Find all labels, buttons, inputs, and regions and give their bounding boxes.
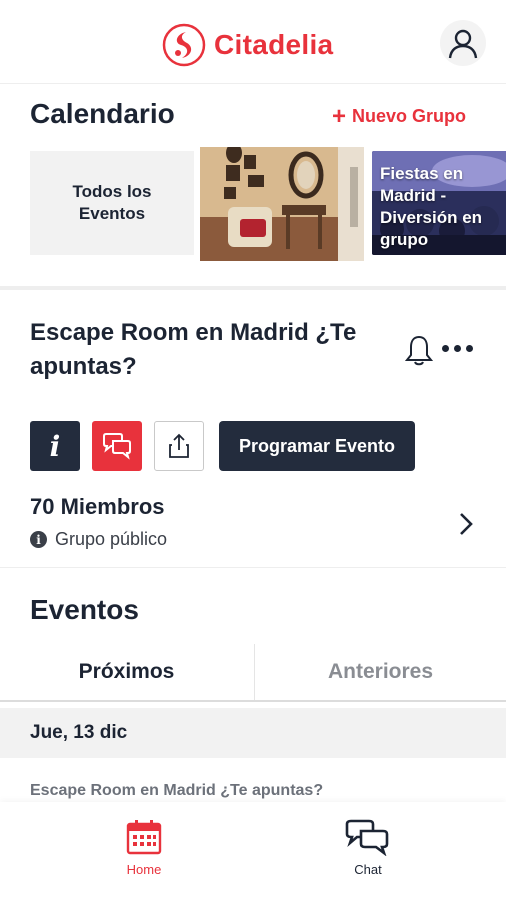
nav-home[interactable]: Home — [84, 818, 204, 877]
nav-chat-label: Chat — [354, 862, 382, 877]
calendar-card-fiestas-madrid[interactable]: Fiestas en Madrid - Diversión en grupo — [372, 151, 506, 255]
date-label: Jue, 13 dic — [30, 722, 128, 743]
info-button[interactable]: i — [30, 421, 80, 471]
calendar-icon — [126, 820, 162, 855]
brand-name: Citadelia — [214, 29, 334, 60]
more-horizontal-icon — [441, 344, 449, 352]
new-group-label: Nuevo Grupo — [352, 106, 467, 126]
events-title: Eventos — [30, 594, 139, 625]
program-event-button[interactable]: Programar Evento — [219, 421, 415, 471]
events-tabs: Próximos Anteriores — [0, 644, 506, 702]
date-header: Jue, 13 dic — [0, 708, 506, 758]
calendar-card-all-events[interactable]: Todos los Eventos — [30, 151, 194, 255]
plus-icon: + — [332, 102, 347, 130]
nav-home-label: Home — [126, 862, 162, 877]
members-count: 70 Miembros — [30, 494, 165, 519]
info-icon: i — [49, 429, 61, 463]
app-header: Citadelia — [0, 0, 506, 84]
chevron-right-icon — [460, 513, 473, 535]
tab-past[interactable]: Anteriores — [254, 644, 506, 700]
citadelia-logo-icon — [162, 23, 206, 67]
more-options-button[interactable] — [438, 338, 476, 358]
share-button[interactable] — [154, 421, 204, 471]
info-circle-icon: i — [30, 531, 47, 548]
group-chat-button[interactable] — [92, 421, 142, 471]
group-type-label: Grupo público — [55, 529, 168, 549]
calendar-card-escape-room[interactable] — [200, 147, 364, 261]
profile-button[interactable] — [440, 20, 486, 66]
group-type: i Grupo público — [30, 529, 167, 550]
bell-icon[interactable] — [404, 334, 434, 366]
calendar-cards: Todos los Eventos Fiestas en Madrid - Di… — [30, 147, 506, 261]
brand[interactable]: Citadelia — [162, 22, 333, 68]
section-divider — [0, 286, 506, 290]
divider — [0, 567, 506, 568]
chat-icon — [345, 819, 389, 856]
group-title: Escape Room en Madrid ¿Te apuntas? — [30, 319, 357, 380]
chat-bubbles-icon — [103, 433, 131, 460]
calendar-card-fiestas-label: Fiestas en Madrid - Diversión en grupo — [380, 164, 483, 249]
share-icon — [169, 433, 189, 458]
nav-chat[interactable]: Chat — [308, 818, 428, 877]
members-row[interactable]: 70 Miembros i Grupo público — [0, 492, 506, 558]
user-icon — [448, 29, 478, 59]
room-photo — [200, 147, 364, 261]
calendar-title: Calendario — [30, 98, 175, 129]
tab-upcoming[interactable]: Próximos — [0, 644, 253, 700]
bottom-nav: Home Chat — [0, 802, 506, 900]
event-list-item[interactable]: Escape Room en Madrid ¿Te apuntas? — [30, 782, 323, 800]
new-group-button[interactable]: + Nuevo Grupo — [332, 102, 467, 130]
